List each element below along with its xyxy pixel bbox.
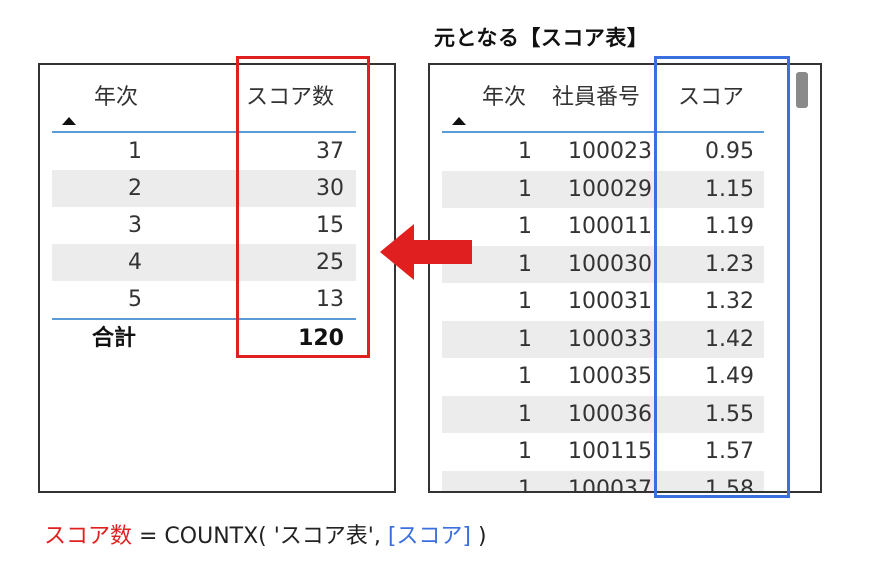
employee-id-cell: 100033 [568, 326, 652, 352]
employee-id-cell: 100035 [568, 364, 652, 389]
employee-id-cell: 100031 [568, 289, 652, 314]
formula-column-reference: [スコア] [387, 524, 472, 549]
employee-id-cell: 100030 [568, 251, 652, 277]
employee-id-cell: 100011 [568, 214, 652, 239]
year-cell: 1 [518, 326, 532, 352]
formula-closing: ) [471, 524, 487, 549]
employee-id-cell: 100029 [568, 176, 652, 202]
year-cell: 3 [128, 213, 142, 238]
year-cell: 1 [518, 289, 532, 314]
year-cell: 1 [518, 364, 532, 389]
year-cell: 1 [128, 139, 142, 164]
score-column-highlight-box [654, 56, 790, 498]
year-cell: 1 [518, 176, 532, 202]
year-cell: 5 [128, 287, 142, 312]
year-cell: 1 [518, 439, 532, 464]
employee-id-cell: 100115 [568, 439, 652, 464]
year-cell: 2 [128, 176, 142, 201]
total-label: 合計 [92, 326, 137, 351]
formula-expression: = COUNTX( 'スコア表', [132, 524, 388, 549]
employee-id-cell: 100023 [568, 139, 652, 164]
year-column-header[interactable]: 年次 [482, 79, 526, 111]
employee-id-cell: 100036 [568, 401, 652, 427]
year-cell: 4 [128, 250, 142, 275]
sort-ascending-icon[interactable] [62, 117, 76, 125]
year-cell: 1 [518, 139, 532, 164]
score-count-highlight-box [236, 56, 370, 358]
source-table-caption: 元となる【スコア表】 [434, 26, 649, 50]
employee-id-cell: 100037 [568, 476, 652, 493]
arrow-left-shape [380, 224, 472, 280]
dax-formula: スコア数 = COUNTX( 'スコア表', [スコア] ) [44, 518, 487, 550]
sort-ascending-icon[interactable] [452, 117, 466, 125]
employee-id-column-header[interactable]: 社員番号 [552, 79, 640, 111]
formula-measure-name: スコア数 [44, 524, 133, 549]
year-cell: 1 [518, 476, 532, 493]
arrow-left-icon [380, 224, 472, 280]
year-cell: 1 [518, 401, 532, 427]
vertical-scrollbar[interactable] [796, 72, 808, 108]
year-column-header[interactable]: 年次 [94, 79, 138, 111]
